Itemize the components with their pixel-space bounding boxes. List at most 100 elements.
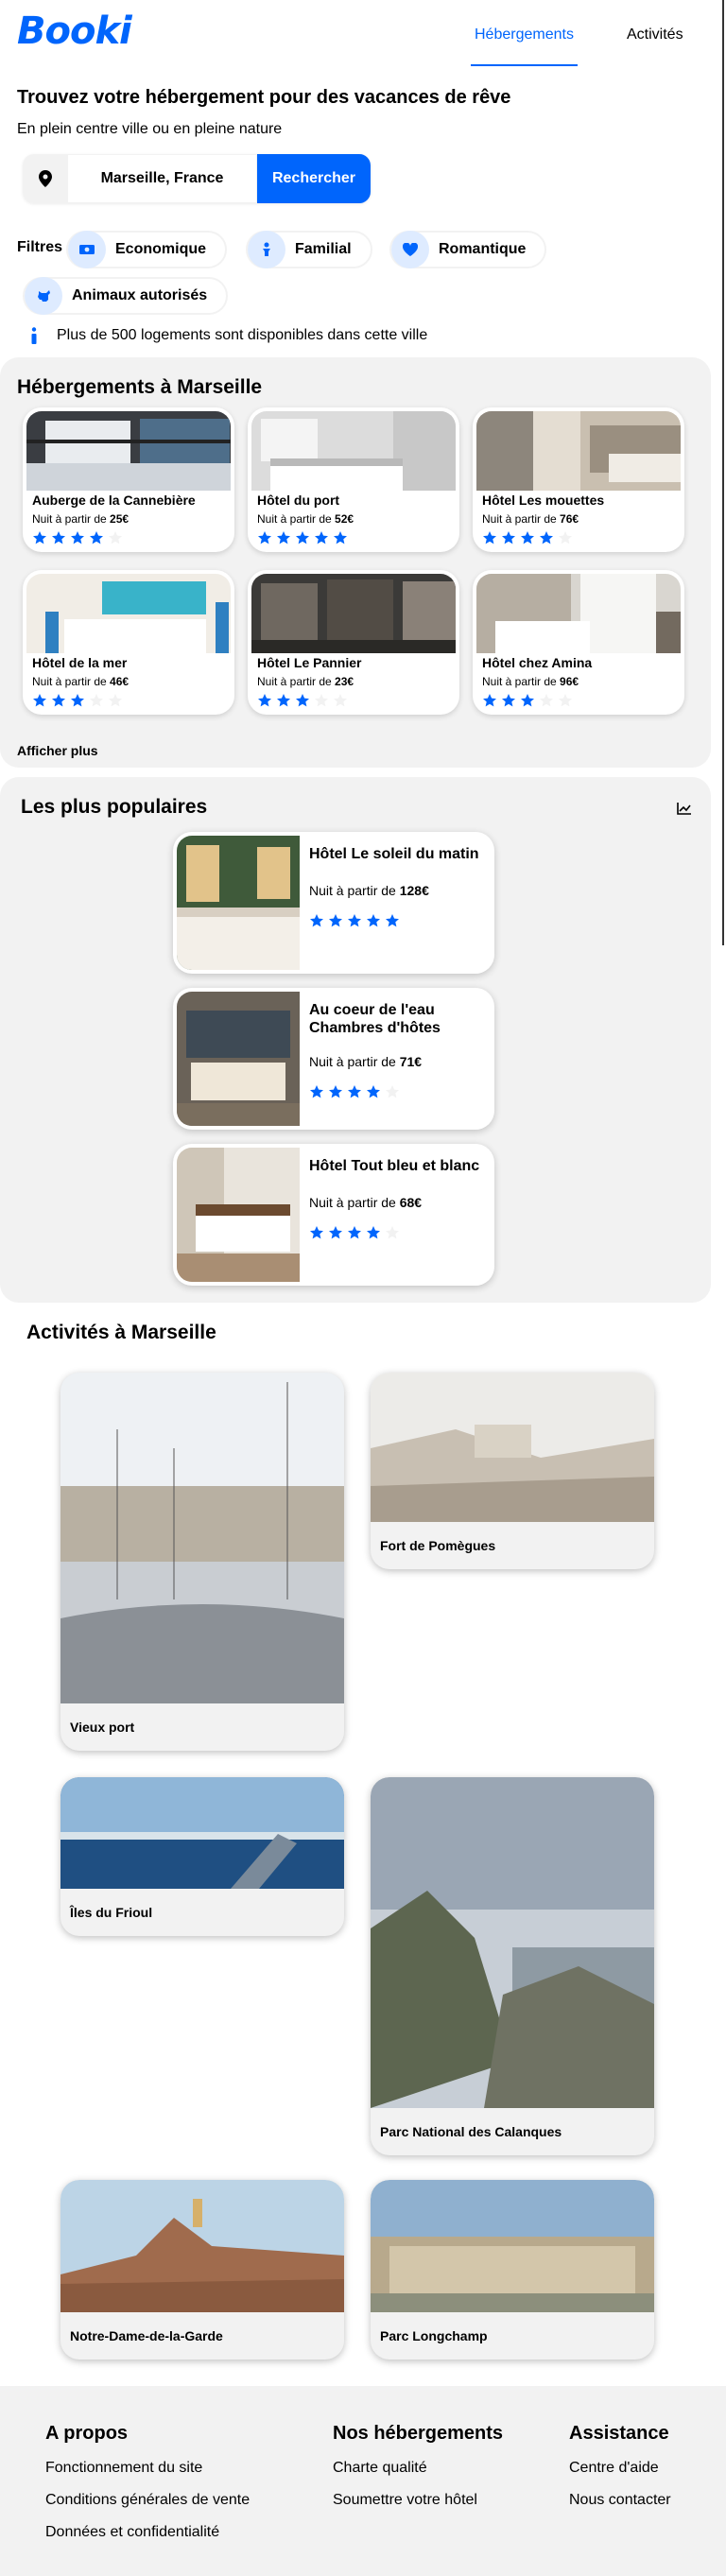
star-icon <box>559 694 572 707</box>
activite-card[interactable]: Fort de Pomègues <box>371 1373 654 1569</box>
trending-icon <box>677 802 692 820</box>
populaire-card[interactable]: Hôtel Tout bleu et blanc Nuit à partir de… <box>173 1144 494 1286</box>
star-icon <box>367 914 380 927</box>
star-icon <box>71 694 84 707</box>
search-input[interactable] <box>68 154 257 203</box>
hebergement-card[interactable]: Hôtel Le Pannier Nuit à partir de 23€ <box>248 570 459 715</box>
star-icon <box>334 694 347 707</box>
hotel-name: Hôtel Les mouettes <box>482 493 605 508</box>
star-icon <box>348 914 361 927</box>
star-icon <box>334 531 347 545</box>
star-icon <box>483 694 496 707</box>
hebergement-card[interactable]: Auberge de la Cannebière Nuit à partir de… <box>23 407 234 552</box>
site-footer: A propos Fonctionnement du site Conditio… <box>0 2386 726 2576</box>
hotel-price: Nuit à partir de 25€ <box>32 512 130 526</box>
star-icon <box>109 531 122 545</box>
filter-familial[interactable]: Familial <box>246 231 372 268</box>
search-button[interactable]: Rechercher <box>257 154 371 203</box>
hero-title: Trouvez votre hébergement pour des vacan… <box>17 87 511 108</box>
hotel-name: Au coeur de l'eau Chambres d'hôtes <box>309 1002 441 1036</box>
star-icon <box>559 531 572 545</box>
hebergement-card[interactable]: Hôtel du port Nuit à partir de 52€ <box>248 407 459 552</box>
filter-label: Familial <box>295 241 352 257</box>
star-icon <box>367 1226 380 1239</box>
hebergement-card[interactable]: Hôtel de la mer Nuit à partir de 46€ <box>23 570 234 715</box>
hebergement-card[interactable]: Hôtel Les mouettes Nuit à partir de 76€ <box>473 407 684 552</box>
page-border <box>722 0 724 945</box>
activite-card[interactable]: Vieux port <box>60 1373 344 1751</box>
money-icon <box>68 231 106 268</box>
hebergement-card[interactable]: Hôtel chez Amina Nuit à partir de 96€ <box>473 570 684 715</box>
star-icon <box>52 694 65 707</box>
rating-stars <box>482 693 577 708</box>
hotel-name: Hôtel de la mer <box>32 655 128 670</box>
hero-subtitle: En plein centre ville ou en pleine natur… <box>17 121 283 137</box>
hotel-price: Nuit à partir de 76€ <box>482 512 579 526</box>
rating-stars <box>309 1225 404 1240</box>
star-icon <box>348 1085 361 1098</box>
activite-card[interactable]: Parc National des Calanques <box>371 1777 654 2155</box>
filter-romantique[interactable]: Romantique <box>389 231 547 268</box>
filter-label: Economique <box>115 241 207 257</box>
hotel-name: Auberge de la Cannebière <box>32 493 196 508</box>
hotel-name: Hôtel chez Amina <box>482 655 593 670</box>
hotel-photo <box>177 836 300 970</box>
hotel-name: Hôtel Le soleil du matin <box>309 846 479 862</box>
filter-label: Animaux autorisés <box>72 287 208 303</box>
info-icon <box>25 326 43 345</box>
site-header: Booki Hébergements Activités <box>0 0 726 74</box>
nav-hebergements[interactable]: Hébergements <box>471 26 578 66</box>
hotel-photo <box>26 574 231 653</box>
footer-title-hebergements: Nos hébergements <box>333 2423 504 2444</box>
footer-title-apropos: A propos <box>45 2423 129 2444</box>
show-more-link[interactable]: Afficher plus <box>17 743 98 758</box>
footer-link[interactable]: Conditions générales de vente <box>45 2492 250 2509</box>
footer-link[interactable]: Soumettre votre hôtel <box>333 2492 477 2509</box>
star-icon <box>90 531 103 545</box>
footer-title-assistance: Assistance <box>569 2423 669 2444</box>
activite-photo <box>371 1777 654 2108</box>
hotel-photo <box>26 411 231 491</box>
footer-link[interactable]: Données et confidentialité <box>45 2524 219 2541</box>
rating-stars <box>257 530 352 545</box>
hotel-price: Nuit à partir de 68€ <box>309 1195 423 1210</box>
star-icon <box>329 1085 342 1098</box>
filter-economique[interactable]: Economique <box>66 231 228 268</box>
populaire-card[interactable]: Hôtel Le soleil du matin Nuit à partir de… <box>173 832 494 974</box>
star-icon <box>109 694 122 707</box>
star-icon <box>296 531 309 545</box>
activite-photo <box>371 2180 654 2312</box>
star-icon <box>315 531 328 545</box>
star-icon <box>386 1085 399 1098</box>
rating-stars <box>32 530 127 545</box>
activites-title: Activités à Marseille <box>26 1322 216 1343</box>
hotel-price: Nuit à partir de 52€ <box>257 512 354 526</box>
filter-animaux[interactable]: Animaux autorisés <box>23 277 229 315</box>
footer-link[interactable]: Nous contacter <box>569 2492 671 2509</box>
star-icon <box>52 531 65 545</box>
hotel-price: Nuit à partir de 96€ <box>482 675 579 688</box>
star-icon <box>540 531 553 545</box>
hotel-photo <box>177 992 300 1126</box>
footer-link[interactable]: Centre d'aide <box>569 2460 659 2477</box>
nav-activites[interactable]: Activités <box>627 26 683 43</box>
footer-link[interactable]: Charte qualité <box>333 2460 427 2477</box>
booki-logo[interactable]: Booki <box>17 9 132 53</box>
activite-name: Fort de Pomègues <box>380 1538 496 1553</box>
star-icon <box>521 531 534 545</box>
activite-card[interactable]: Notre-Dame-de-la-Garde <box>60 2180 344 2360</box>
star-icon <box>540 694 553 707</box>
populaire-card[interactable]: Au coeur de l'eau Chambres d'hôtes Nuit à… <box>173 988 494 1130</box>
star-icon <box>386 1226 399 1239</box>
rating-stars <box>482 530 577 545</box>
hotel-photo <box>251 574 456 653</box>
star-icon <box>258 531 271 545</box>
activite-photo <box>371 1373 654 1522</box>
star-icon <box>277 531 290 545</box>
activite-card[interactable]: Îles du Frioul <box>60 1777 344 1936</box>
footer-link[interactable]: Fonctionnement du site <box>45 2460 202 2477</box>
activite-card[interactable]: Parc Longchamp <box>371 2180 654 2360</box>
hotel-price: Nuit à partir de 71€ <box>309 1054 423 1069</box>
hotel-photo <box>251 411 456 491</box>
hotel-name: Hôtel du port <box>257 493 340 508</box>
